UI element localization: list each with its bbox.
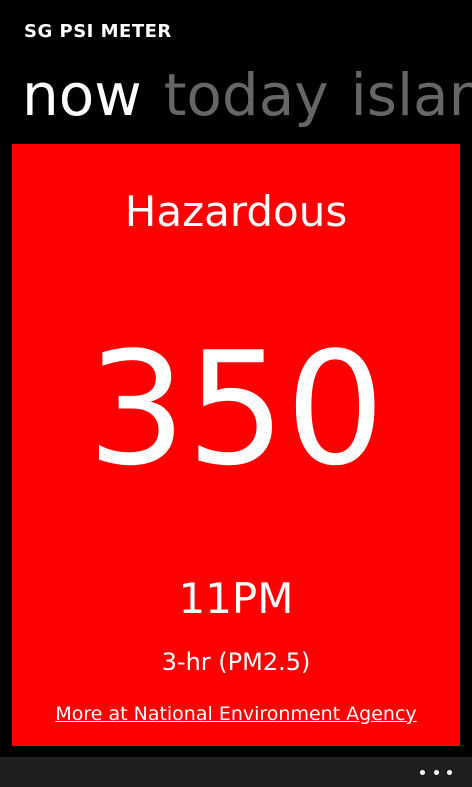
reading-type: 3-hr (PM2.5) xyxy=(161,648,311,676)
pivot-tab-today[interactable]: today xyxy=(164,58,329,132)
psi-reading-panel: Hazardous 350 11PM 3-hr (PM2.5) More at … xyxy=(12,144,460,746)
nea-link[interactable]: More at National Environment Agency xyxy=(12,700,460,728)
reading-time: 11PM xyxy=(178,574,294,623)
ellipsis-dot xyxy=(433,769,439,775)
ellipsis-dot xyxy=(420,769,425,775)
app-bar xyxy=(0,757,472,787)
pivot-tab-island[interactable]: islan xyxy=(351,58,472,132)
pivot-tab-now[interactable]: now xyxy=(22,58,142,132)
more-ellipsis-icon[interactable] xyxy=(420,757,452,787)
app-title: SG PSI METER xyxy=(24,21,172,42)
air-quality-status: Hazardous xyxy=(124,187,348,236)
ellipsis-dot xyxy=(447,769,452,775)
pivot-header: now today islan xyxy=(22,58,472,132)
psi-value: 350 xyxy=(87,318,385,500)
